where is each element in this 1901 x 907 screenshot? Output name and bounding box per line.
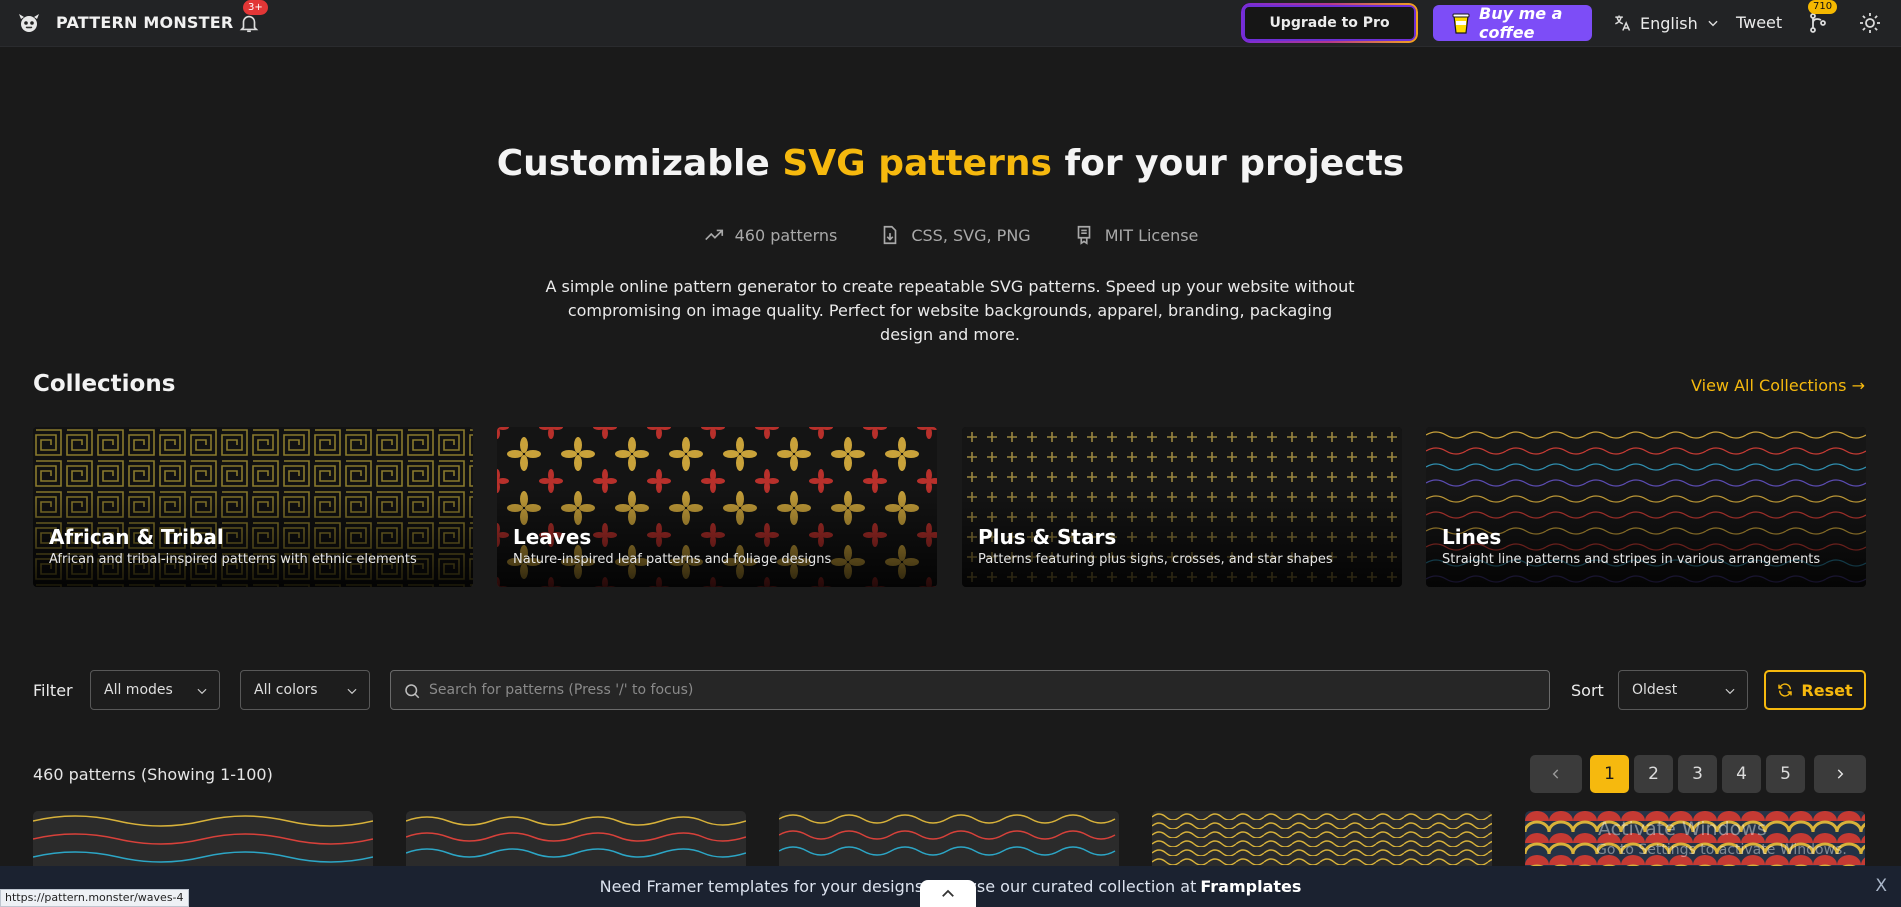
reset-button[interactable]: Reset bbox=[1764, 670, 1866, 710]
collection-description: Nature-inspired leaf patterns and foliag… bbox=[513, 552, 832, 567]
stat-label: CSS, SVG, PNG bbox=[911, 225, 1031, 245]
page-button-3[interactable]: 3 bbox=[1678, 755, 1717, 793]
upgrade-to-pro-button[interactable]: Upgrade to Pro bbox=[1241, 3, 1418, 43]
collection-card-plus-stars[interactable]: Plus & Stars Patterns featuring plus sig… bbox=[962, 427, 1402, 587]
sort-label: Sort bbox=[1571, 681, 1604, 700]
chevron-right-icon bbox=[1837, 769, 1844, 779]
stat-formats: CSS, SVG, PNG bbox=[879, 224, 1031, 246]
github-stars-badge: 710 bbox=[1808, 0, 1838, 14]
language-selector[interactable]: English bbox=[1612, 13, 1720, 33]
search-icon bbox=[405, 684, 420, 699]
framplates-link[interactable]: Framplates bbox=[1200, 877, 1301, 896]
hero-description: A simple online pattern generator to cre… bbox=[545, 277, 1355, 344]
brand-name[interactable]: PATTERN MONSTER bbox=[56, 13, 233, 32]
upgrade-label: Upgrade to Pro bbox=[1269, 15, 1390, 31]
collection-card-african-tribal[interactable]: African & Tribal African and tribal-insp… bbox=[33, 427, 473, 587]
translate-icon bbox=[1615, 15, 1631, 31]
hero-stats: 460 patterns CSS, SVG, PNG MIT License bbox=[0, 224, 1901, 246]
coffee-label: Buy me a coffee bbox=[1479, 4, 1563, 42]
collections-heading: Collections bbox=[33, 371, 176, 397]
color-select[interactable]: All colors bbox=[240, 670, 370, 710]
search-input[interactable] bbox=[429, 682, 1549, 698]
sort-select[interactable]: Oldest bbox=[1618, 670, 1748, 710]
chevron-down-icon bbox=[1725, 688, 1735, 695]
page-button-4[interactable]: 4 bbox=[1722, 755, 1761, 793]
notification-badge: 3+ bbox=[243, 0, 268, 15]
tweet-link[interactable]: Tweet bbox=[1736, 13, 1782, 32]
mode-select[interactable]: All modes bbox=[90, 670, 220, 710]
chevron-down-icon bbox=[1708, 20, 1718, 27]
view-all-collections-link[interactable]: View All Collections → bbox=[1691, 376, 1865, 395]
results-count: 460 patterns (Showing 1-100) bbox=[33, 765, 273, 784]
chevron-down-icon bbox=[197, 688, 207, 695]
collection-card-leaves[interactable]: Leaves Nature-inspired leaf patterns and… bbox=[497, 427, 937, 587]
collection-description: Straight line patterns and stripes in va… bbox=[1442, 552, 1821, 567]
title-part-1: Customizable bbox=[496, 143, 783, 184]
title-part-2: for your projects bbox=[1051, 143, 1405, 184]
collection-title: African & Tribal bbox=[49, 525, 224, 549]
stat-label: 460 patterns bbox=[734, 225, 838, 245]
trending-up-icon bbox=[704, 229, 723, 241]
stat-license: MIT License bbox=[1073, 224, 1199, 246]
chevron-up-icon bbox=[942, 889, 954, 897]
color-select-value: All colors bbox=[254, 682, 318, 698]
browser-status-url: https://pattern.monster/waves-4 bbox=[0, 889, 189, 907]
banner-text: Need Framer templates for your designs? … bbox=[599, 877, 1197, 896]
refresh-icon bbox=[1778, 683, 1793, 697]
collection-description: Patterns featuring plus signs, crosses, … bbox=[978, 552, 1333, 567]
language-label: English bbox=[1640, 13, 1698, 33]
title-accent: SVG patterns bbox=[782, 143, 1052, 184]
os-activation-watermark-sub: Go to Settings to activate Windows. bbox=[1596, 842, 1847, 858]
collection-description: African and tribal-inspired patterns wit… bbox=[49, 552, 417, 567]
chevron-left-icon bbox=[1552, 769, 1559, 779]
buy-me-a-coffee-button[interactable]: Buy me a coffee bbox=[1433, 4, 1592, 42]
collection-title: Plus & Stars bbox=[978, 525, 1117, 549]
coffee-cup-icon bbox=[1452, 13, 1470, 34]
page-button-5[interactable]: 5 bbox=[1766, 755, 1805, 793]
page-button-2[interactable]: 2 bbox=[1634, 755, 1673, 793]
sort-select-value: Oldest bbox=[1632, 682, 1678, 698]
file-download-icon bbox=[884, 225, 897, 245]
page-button-1[interactable]: 1 bbox=[1590, 755, 1629, 793]
github-repo-icon[interactable] bbox=[1806, 11, 1830, 35]
license-icon bbox=[1077, 225, 1091, 245]
os-activation-watermark: Activate Windows bbox=[1598, 818, 1767, 840]
filter-label: Filter bbox=[33, 681, 73, 700]
collection-title: Lines bbox=[1442, 525, 1502, 549]
monster-logo-icon[interactable] bbox=[17, 11, 41, 35]
reset-label: Reset bbox=[1801, 680, 1853, 700]
mode-select-value: All modes bbox=[104, 682, 173, 698]
top-nav: PATTERN MONSTER 3+ Upgrade to Pro Buy me… bbox=[0, 0, 1901, 47]
banner-close-button[interactable]: X bbox=[1875, 876, 1887, 896]
stat-pattern-count: 460 patterns bbox=[703, 224, 838, 246]
page-title: Customizable SVG patterns for your proje… bbox=[0, 143, 1901, 184]
next-page-button[interactable] bbox=[1814, 755, 1866, 793]
stat-label: MIT License bbox=[1104, 225, 1199, 245]
scroll-to-top-button[interactable] bbox=[920, 880, 976, 907]
collection-title: Leaves bbox=[513, 525, 592, 549]
collection-card-lines[interactable]: Lines Straight line patterns and stripes… bbox=[1426, 427, 1866, 587]
chevron-down-icon bbox=[347, 688, 357, 695]
prev-page-button[interactable] bbox=[1530, 755, 1582, 793]
search-box[interactable] bbox=[390, 670, 1550, 710]
sun-theme-toggle-icon[interactable] bbox=[1858, 11, 1882, 35]
